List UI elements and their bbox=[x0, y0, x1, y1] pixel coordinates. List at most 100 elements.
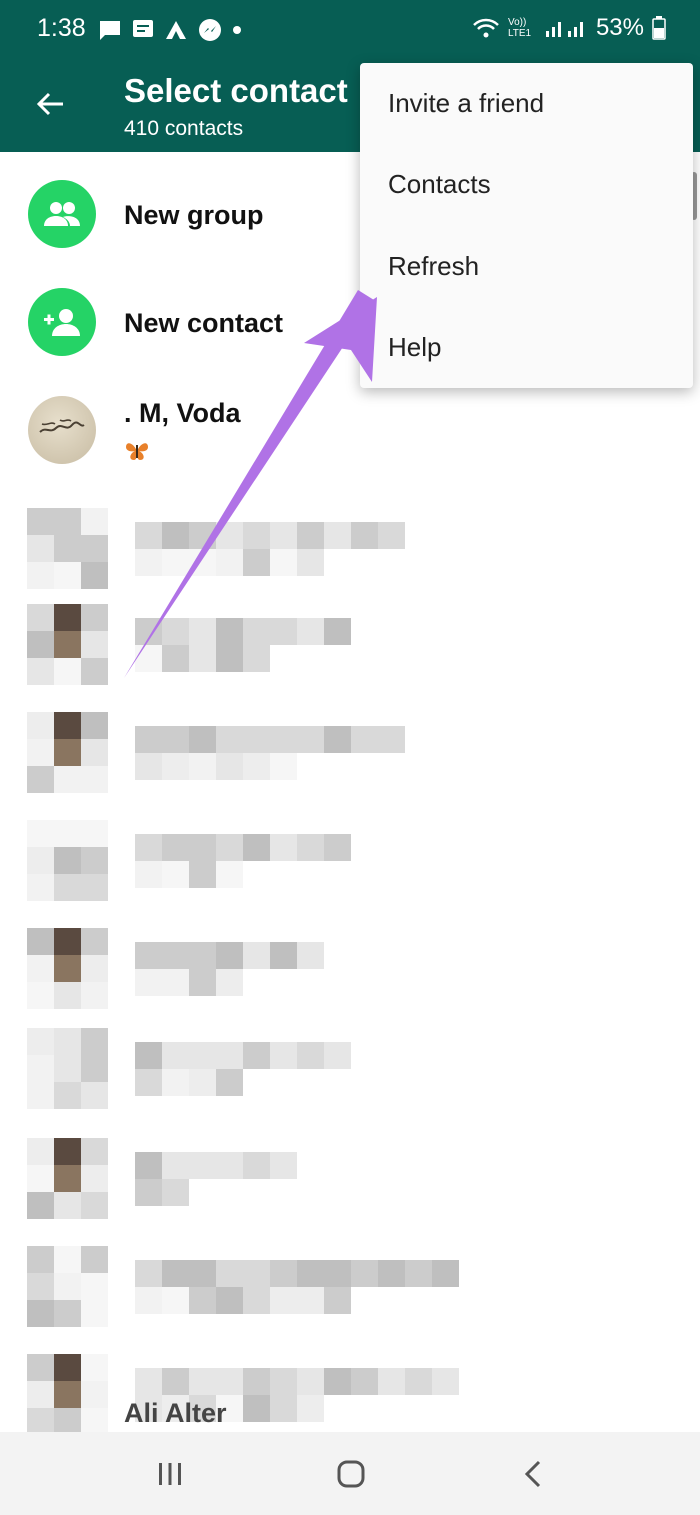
pixelated-avatar-block bbox=[27, 874, 54, 901]
pixelated-text-block bbox=[135, 861, 162, 888]
pixelated-text-block bbox=[270, 522, 297, 549]
pixelated-avatar-block bbox=[27, 1138, 54, 1165]
message-icon bbox=[100, 21, 120, 40]
pixelated-avatar-block bbox=[27, 535, 54, 562]
pixelated-avatar-block bbox=[81, 766, 108, 793]
pixelated-avatar-block bbox=[54, 1300, 81, 1327]
page-title: Select contact bbox=[124, 72, 348, 109]
pixelated-text-block bbox=[216, 861, 243, 888]
pixelated-text-block bbox=[270, 834, 297, 861]
recents-icon bbox=[159, 1463, 181, 1485]
pixelated-text-block bbox=[270, 1152, 297, 1179]
menu-item-invite[interactable]: Invite a friend bbox=[360, 63, 693, 144]
pixelated-avatar-block bbox=[81, 1300, 108, 1327]
pixelated-text-block bbox=[135, 1260, 162, 1287]
pixelated-avatar-block bbox=[81, 1246, 108, 1273]
pixelated-avatar-block bbox=[54, 1246, 81, 1273]
pixelated-avatar-block bbox=[81, 1273, 108, 1300]
pixelated-avatar-block bbox=[54, 1408, 81, 1435]
pixelated-avatar-block bbox=[54, 1192, 81, 1219]
pixelated-avatar-block bbox=[27, 658, 54, 685]
pixelated-text-block bbox=[324, 522, 351, 549]
pixelated-text-block bbox=[270, 549, 297, 576]
pixelated-text-block bbox=[189, 522, 216, 549]
pixelated-text-block bbox=[243, 645, 270, 672]
pixelated-text-block bbox=[135, 834, 162, 861]
pixelated-text-block bbox=[216, 645, 243, 672]
pixelated-text-block bbox=[189, 834, 216, 861]
wifi-icon bbox=[473, 18, 499, 38]
pixelated-avatar-block bbox=[81, 739, 108, 766]
pixelated-avatar-block bbox=[27, 982, 54, 1009]
system-icons: Vo)) LTE1 53% bbox=[472, 14, 666, 42]
signal-icon bbox=[545, 22, 583, 37]
back-button[interactable] bbox=[26, 80, 74, 128]
arrow-back-icon bbox=[36, 92, 63, 116]
pixelated-avatar-block bbox=[81, 508, 108, 535]
pixelated-avatar-block bbox=[54, 874, 81, 901]
menu-item-help[interactable]: Help bbox=[360, 307, 693, 388]
contact-row[interactable] bbox=[0, 378, 690, 486]
pixelated-text-block bbox=[135, 1368, 162, 1395]
messenger-icon bbox=[199, 19, 221, 41]
battery-icon bbox=[652, 16, 666, 40]
pixelated-avatar-block bbox=[81, 562, 108, 589]
pixelated-text-block bbox=[135, 618, 162, 645]
pixelated-text-block bbox=[189, 549, 216, 576]
pixelated-avatar-block bbox=[81, 928, 108, 955]
pixelated-avatar-block bbox=[27, 1165, 54, 1192]
pixelated-avatar-block bbox=[27, 1246, 54, 1273]
new-group-label: New group bbox=[124, 200, 264, 230]
pixelated-avatar-block bbox=[81, 1408, 108, 1435]
pixelated-text-block bbox=[297, 1260, 324, 1287]
pixelated-avatar-block bbox=[81, 1165, 108, 1192]
pixelated-text-block bbox=[378, 1260, 405, 1287]
status-bar: 1:38 Vo)) LTE1 53% bbox=[0, 0, 700, 58]
pixelated-text-block bbox=[297, 1368, 324, 1395]
menu-item-contacts[interactable]: Contacts bbox=[360, 144, 693, 225]
pixelated-avatar-block bbox=[27, 1192, 54, 1219]
pixelated-text-block bbox=[216, 618, 243, 645]
contact-name: . M, Voda bbox=[124, 398, 241, 428]
dot-icon bbox=[233, 26, 241, 34]
pixelated-text-block bbox=[297, 726, 324, 753]
pixelated-text-block bbox=[162, 942, 189, 969]
pixelated-text-block bbox=[297, 1395, 324, 1422]
pixelated-text-block bbox=[135, 1152, 162, 1179]
pixelated-text-block bbox=[432, 1260, 459, 1287]
pixelated-text-block bbox=[351, 726, 378, 753]
menu-item-refresh[interactable]: Refresh bbox=[360, 226, 693, 307]
pixelated-text-block bbox=[189, 1260, 216, 1287]
pixelated-text-block bbox=[162, 1152, 189, 1179]
pixelated-text-block bbox=[351, 1260, 378, 1287]
pixelated-avatar-block bbox=[81, 1192, 108, 1219]
contact-count: 410 contacts bbox=[124, 117, 244, 140]
pixelated-text-block bbox=[162, 753, 189, 780]
pixelated-avatar-block bbox=[27, 766, 54, 793]
pixelated-text-block bbox=[405, 1368, 432, 1395]
pixelated-text-block bbox=[216, 942, 243, 969]
system-back-button[interactable] bbox=[508, 1452, 558, 1496]
recent-apps-button[interactable] bbox=[145, 1452, 195, 1496]
pixelated-avatar-block bbox=[54, 604, 81, 631]
pixelated-avatar-block bbox=[54, 508, 81, 535]
pixelated-avatar-block bbox=[81, 535, 108, 562]
pixelated-avatar-block bbox=[81, 1354, 108, 1381]
pixelated-text-block bbox=[324, 726, 351, 753]
pixelated-text-block bbox=[405, 1260, 432, 1287]
home-button[interactable] bbox=[326, 1452, 376, 1496]
pixelated-text-block bbox=[243, 753, 270, 780]
pixelated-text-block bbox=[216, 969, 243, 996]
pixelated-text-block bbox=[162, 726, 189, 753]
pixelated-avatar-block bbox=[81, 1055, 108, 1082]
pixelated-text-block bbox=[135, 969, 162, 996]
pixelated-avatar-block bbox=[27, 631, 54, 658]
pixelated-avatar-block bbox=[54, 739, 81, 766]
pixelated-avatar-block bbox=[27, 508, 54, 535]
pixelated-avatar-block bbox=[54, 631, 81, 658]
pixelated-text-block bbox=[324, 1287, 351, 1314]
pixelated-avatar-block bbox=[27, 955, 54, 982]
pixelated-text-block bbox=[162, 969, 189, 996]
pixelated-avatar-block bbox=[54, 1165, 81, 1192]
pixelated-avatar-block bbox=[27, 1028, 54, 1055]
